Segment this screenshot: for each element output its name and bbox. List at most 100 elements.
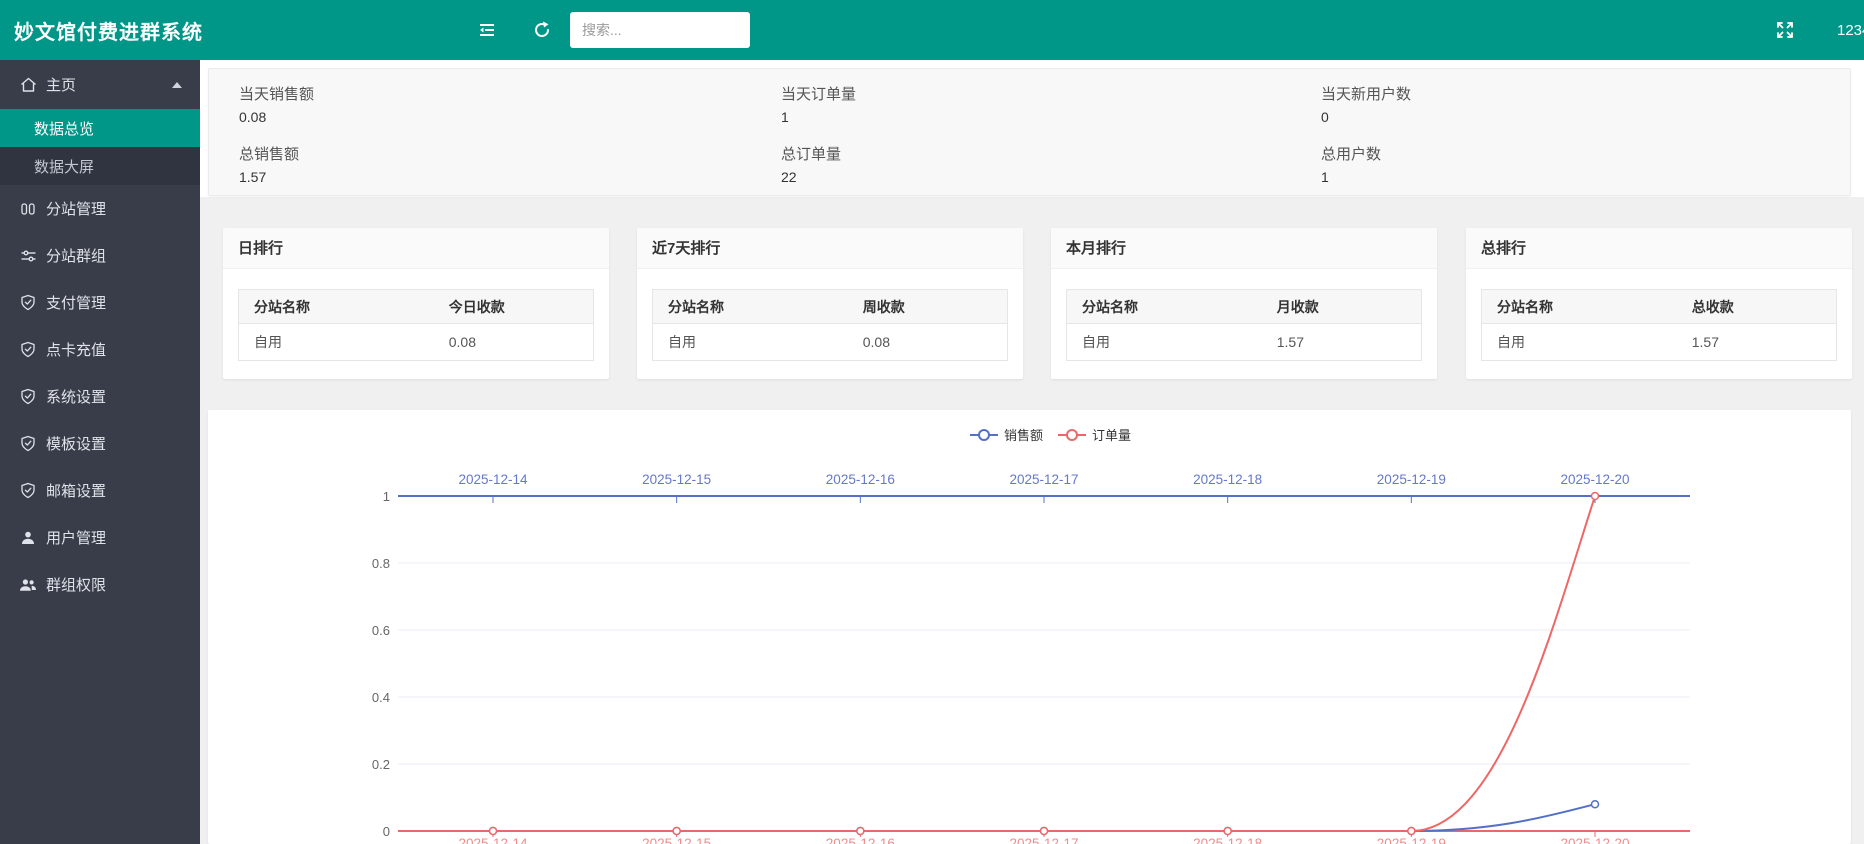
sidebar-item-label: 模板设置 <box>46 433 106 454</box>
sidebar-item-label: 系统设置 <box>46 386 106 407</box>
column-header: 分站名称 <box>653 290 848 324</box>
table-row: 自用1.57 <box>1067 324 1422 361</box>
top-axis-date-label: 2025-12-14 <box>458 472 528 487</box>
fullscreen-icon[interactable] <box>1768 13 1802 47</box>
sidebar-item-substation-manage[interactable]: 分站管理 <box>0 185 200 232</box>
data-point-销售额 <box>1592 801 1599 808</box>
column-header: 今日收款 <box>434 290 594 324</box>
sidebar-item-label: 支付管理 <box>46 292 106 313</box>
sidebar-item-label: 点卡充值 <box>46 339 106 360</box>
stats-summary-panel: 当天销售额 0.08 总销售额 1.57 当天订单量 1 总订单量 22 当天新… <box>208 68 1851 196</box>
home-icon <box>18 76 38 94</box>
card-title: 近7天排行 <box>637 228 1023 269</box>
sidebar-item-label: 邮箱设置 <box>46 480 106 501</box>
app-header: 妙文馆付费进群系统 12345 <box>0 0 1864 60</box>
bottom-axis-date-label: 2025-12-18 <box>1193 836 1262 844</box>
sidebar-item-system-settings[interactable]: 系统设置 <box>0 373 200 420</box>
user-icon <box>18 529 38 547</box>
expand-arrows-icon <box>1776 21 1794 39</box>
data-point-订单量 <box>857 828 864 835</box>
data-point-订单量 <box>1041 828 1048 835</box>
stat-label: 当天新用户数 <box>1321 83 1411 104</box>
ranking-table: 分站名称月收款 自用1.57 <box>1066 289 1422 361</box>
top-axis-date-label: 2025-12-19 <box>1377 472 1446 487</box>
sidebar-item-data-overview[interactable]: 数据总览 <box>0 109 200 147</box>
y-axis-tick-label: 0.4 <box>372 690 390 705</box>
top-axis-date-label: 2025-12-20 <box>1560 472 1629 487</box>
bottom-axis-date-label: 2025-12-16 <box>826 836 895 844</box>
sidebar-item-home[interactable]: 主页 <box>0 60 200 109</box>
top-axis-date-label: 2025-12-18 <box>1193 472 1262 487</box>
sidebar-item-label: 主页 <box>46 74 76 95</box>
column-header: 周收款 <box>848 290 1008 324</box>
sidebar-item-group-permissions[interactable]: 群组权限 <box>0 561 200 608</box>
sidebar-nav: 主页 数据总览 数据大屏 分站管理 分站群组 支付管理 点卡充值 系 <box>0 60 200 844</box>
data-point-订单量 <box>1224 828 1231 835</box>
stat-value: 1.57 <box>239 169 266 185</box>
table-row: 自用0.08 <box>239 324 594 361</box>
column-header: 月收款 <box>1262 290 1422 324</box>
table-row: 自用1.57 <box>1482 324 1837 361</box>
y-axis-tick-label: 0.8 <box>372 556 390 571</box>
shield-check-icon <box>18 435 38 453</box>
sidebar-item-template-settings[interactable]: 模板设置 <box>0 420 200 467</box>
card-title: 总排行 <box>1466 228 1852 269</box>
bottom-axis-date-label: 2025-12-14 <box>458 836 528 844</box>
current-username[interactable]: 12345 <box>1837 22 1864 39</box>
legend-marker-circle <box>979 430 989 440</box>
sidebar-item-data-screen[interactable]: 数据大屏 <box>0 147 200 185</box>
ranking-card-month: 本月排行 分站名称月收款 自用1.57 <box>1051 228 1437 379</box>
column-header: 分站名称 <box>1482 290 1677 324</box>
sidebar-item-payment-manage[interactable]: 支付管理 <box>0 279 200 326</box>
column-header: 分站名称 <box>239 290 434 324</box>
stat-value: 1 <box>1321 169 1329 185</box>
station-name: 自用 <box>1067 324 1262 361</box>
y-axis-tick-label: 0.2 <box>372 757 390 772</box>
legend-marker-circle <box>1067 430 1077 440</box>
search-input[interactable] <box>570 12 750 48</box>
stat-value: 22 <box>781 169 797 185</box>
stat-value: 1 <box>781 109 789 125</box>
column-header: 分站名称 <box>1067 290 1262 324</box>
shield-check-icon <box>18 294 38 312</box>
station-name: 自用 <box>239 324 434 361</box>
sidebar-item-email-settings[interactable]: 邮箱设置 <box>0 467 200 514</box>
outdent-list-icon <box>477 20 497 40</box>
users-icon <box>18 576 38 594</box>
data-point-订单量 <box>1592 493 1599 500</box>
legend-item-订单量[interactable]: 订单量 <box>1058 428 1131 443</box>
card-title: 本月排行 <box>1051 228 1437 269</box>
y-axis-tick-label: 1 <box>383 489 390 504</box>
stat-label: 总订单量 <box>781 143 841 164</box>
sidebar-item-card-recharge[interactable]: 点卡充值 <box>0 326 200 373</box>
sidebar-item-user-manage[interactable]: 用户管理 <box>0 514 200 561</box>
sidebar-item-label: 数据总览 <box>34 118 94 139</box>
bottom-axis-date-label: 2025-12-15 <box>642 836 711 844</box>
top-axis-date-label: 2025-12-17 <box>1009 472 1078 487</box>
series-line-订单量 <box>493 496 1595 831</box>
y-axis-tick-label: 0 <box>383 824 390 839</box>
data-point-订单量 <box>1408 828 1415 835</box>
app-title: 妙文馆付费进群系统 <box>0 16 420 45</box>
sidebar-item-label: 分站管理 <box>46 198 106 219</box>
amount: 0.08 <box>848 324 1008 361</box>
shield-check-icon <box>18 482 38 500</box>
refresh-icon[interactable] <box>525 13 559 47</box>
chevron-up-icon <box>172 82 182 88</box>
sidebar-item-label: 用户管理 <box>46 527 106 548</box>
sidebar-item-label: 数据大屏 <box>34 156 94 177</box>
legend-item-销售额[interactable]: 销售额 <box>970 428 1043 443</box>
amount: 1.57 <box>1262 324 1422 361</box>
amount: 1.57 <box>1677 324 1837 361</box>
data-point-订单量 <box>673 828 680 835</box>
sidebar-item-substation-groups[interactable]: 分站群组 <box>0 232 200 279</box>
stat-value: 0 <box>1321 109 1329 125</box>
ranking-table: 分站名称今日收款 自用0.08 <box>238 289 594 361</box>
ranking-table: 分站名称总收款 自用1.57 <box>1481 289 1837 361</box>
y-axis-tick-label: 0.6 <box>372 623 390 638</box>
top-axis-date-label: 2025-12-16 <box>826 472 895 487</box>
sidebar-collapse-icon[interactable] <box>470 13 504 47</box>
bottom-axis-date-label: 2025-12-19 <box>1377 836 1446 844</box>
bottom-axis-date-label: 2025-12-20 <box>1560 836 1629 844</box>
data-point-订单量 <box>490 828 497 835</box>
